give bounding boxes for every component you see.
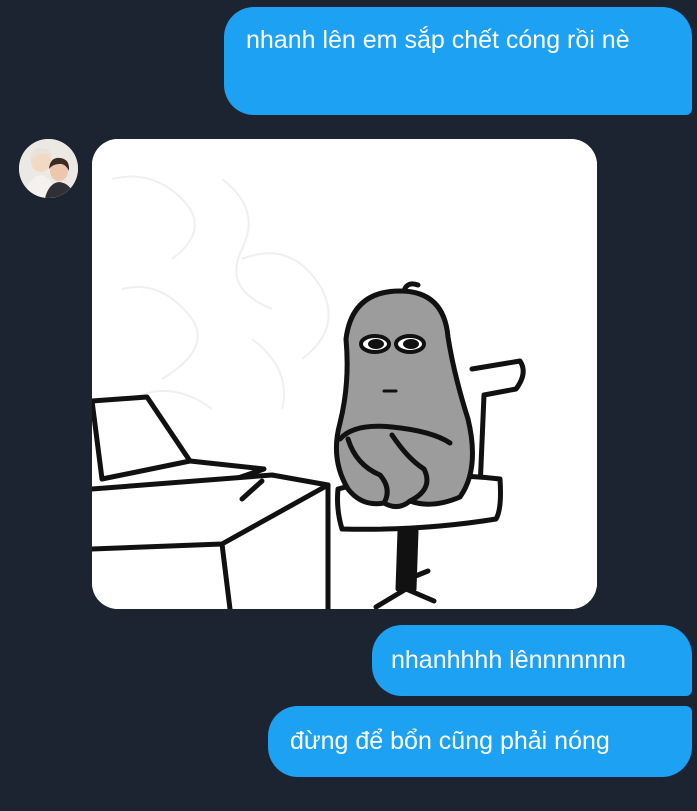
meme-character-sitting-on-chair-icon [92,139,597,609]
message-bubble-outgoing[interactable]: đừng để bổn cũng phải nóng [268,706,692,777]
contact-avatar[interactable] [19,139,78,198]
message-bubble-outgoing[interactable]: nhanhhhh lênnnnnnn [372,625,692,696]
avatar-photo-icon [19,139,78,198]
message-text: nhanhhhh lênnnnnnn [391,646,626,674]
message-text: nhanh lên em sắp chết cóng rồi nè [246,26,630,54]
message-bubble-outgoing[interactable]: nhanh lên em sắp chết cóng rồi nè [224,7,692,115]
message-text: đừng để bổn cũng phải nóng [290,727,610,755]
message-image-incoming[interactable] [92,139,597,609]
